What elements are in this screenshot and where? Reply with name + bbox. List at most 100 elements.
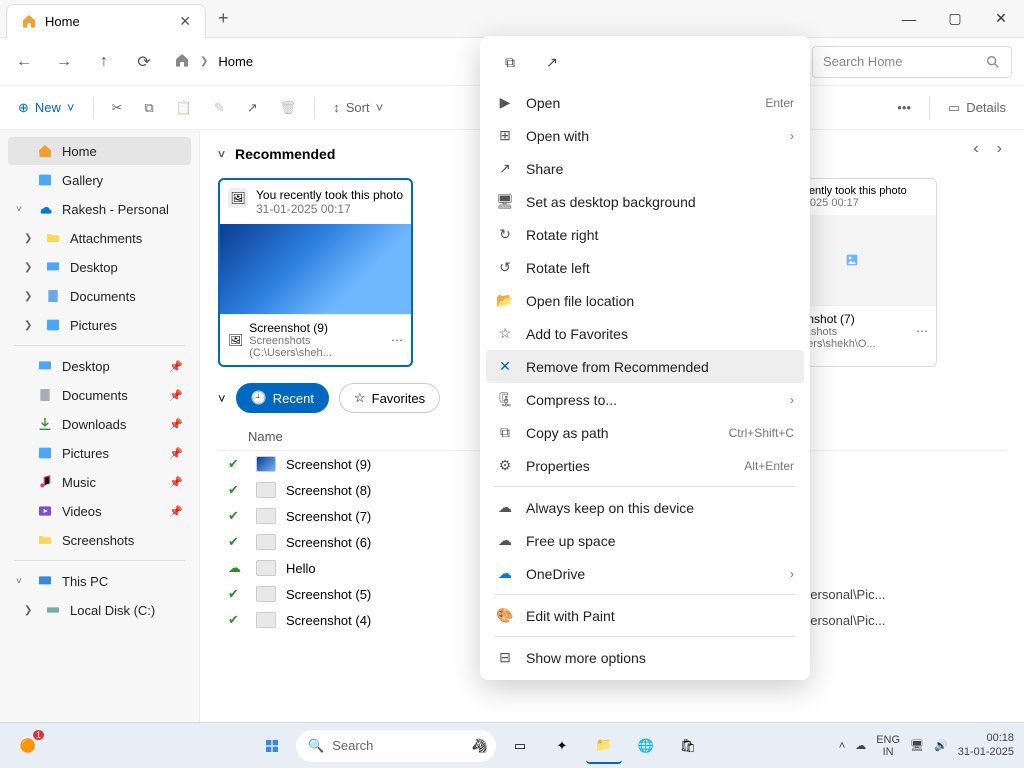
ctx-keep-device[interactable]: ☁Always keep on this device <box>486 491 804 524</box>
copilot-button[interactable]: ✦ <box>544 728 580 764</box>
sidebar-desktop[interactable]: Desktop📌 <box>8 352 191 380</box>
network-icon[interactable]: 🖥 <box>910 739 924 752</box>
documents-icon <box>36 387 54 403</box>
tray-chevron[interactable]: ˄ <box>839 740 845 752</box>
back-button[interactable]: ← <box>6 44 42 80</box>
cloud-sync-icon: ☁ <box>496 499 514 516</box>
delete-button[interactable]: 🗑 <box>272 92 305 124</box>
compress-icon: 🗜 <box>496 391 514 408</box>
language-button[interactable]: ENGIN <box>876 734 900 758</box>
cut-button[interactable]: ✂ <box>104 92 131 124</box>
task-view-button[interactable]: ▭ <box>502 728 538 764</box>
file-thumb <box>256 482 276 498</box>
edge-button[interactable]: 🌐 <box>628 728 664 764</box>
folder-icon <box>44 230 62 246</box>
sidebar-gallery[interactable]: Gallery <box>8 166 191 194</box>
file-thumb <box>256 534 276 550</box>
sidebar-documents-cloud[interactable]: ❯Documents <box>8 282 191 310</box>
onedrive-icon: ☁ <box>496 565 514 582</box>
home-icon <box>21 13 37 29</box>
pictures-icon <box>44 317 62 333</box>
start-button[interactable] <box>254 728 290 764</box>
section-toggle[interactable]: ˅ <box>218 391 226 406</box>
synced-icon: ✔ <box>228 508 246 524</box>
ctx-share[interactable]: ↗Share <box>486 152 804 185</box>
breadcrumb-home[interactable]: Home <box>218 54 253 69</box>
minimize-button[interactable]: ― <box>886 0 932 38</box>
ctx-paint[interactable]: 🎨Edit with Paint <box>486 599 804 632</box>
sidebar-pictures[interactable]: Pictures📌 <box>8 439 191 467</box>
path-icon: ⧉ <box>496 424 514 441</box>
ctx-favorites[interactable]: ☆Add to Favorites <box>486 317 804 350</box>
ctx-compress[interactable]: 🗜Compress to...› <box>486 383 804 416</box>
ctx-rotate-right[interactable]: ↻Rotate right <box>486 218 804 251</box>
maximize-button[interactable]: ▢ <box>932 0 978 38</box>
new-button[interactable]: ⊕ New ˅ <box>10 92 83 124</box>
star-icon: ☆ <box>496 325 514 342</box>
properties-icon: ⚙ <box>496 457 514 474</box>
ctx-moreoptions[interactable]: ⊟Show more options <box>486 641 804 674</box>
tab-home[interactable]: Home ✕ <box>6 4 206 38</box>
ctx-share-icon[interactable]: ↗ <box>534 46 570 78</box>
card-more-button[interactable]: ⋯ <box>916 324 928 338</box>
new-tab-button[interactable]: + <box>206 8 241 29</box>
copy-button[interactable]: ⧉ <box>136 92 161 124</box>
sidebar-videos[interactable]: Videos📌 <box>8 497 191 525</box>
volume-icon[interactable]: 🔊 <box>934 739 948 752</box>
disk-icon <box>44 602 62 618</box>
ctx-copy-icon[interactable]: ⧉ <box>492 46 528 78</box>
sidebar-downloads[interactable]: Downloads📌 <box>8 410 191 438</box>
synced-icon: ✔ <box>228 456 246 472</box>
chevron-right-icon: › <box>790 129 794 143</box>
ctx-location[interactable]: 📂Open file location <box>486 284 804 317</box>
sidebar-attachments[interactable]: ❯Attachments <box>8 224 191 252</box>
store-button[interactable]: 🛍 <box>670 728 706 764</box>
ctx-remove-recommended[interactable]: ✕Remove from Recommended <box>486 350 804 383</box>
prev-card-button[interactable]: ‹ <box>973 140 978 158</box>
sidebar-personal[interactable]: ˅Rakesh - Personal <box>8 195 191 223</box>
more-button[interactable]: ••• <box>889 92 919 124</box>
taskbar-search[interactable]: 🔍 Search🦓 <box>296 730 496 762</box>
paste-button[interactable]: 📋 <box>168 92 200 124</box>
sidebar-pictures-cloud[interactable]: ❯Pictures <box>8 311 191 339</box>
file-thumb <box>256 586 276 602</box>
app-badge[interactable]: 🟠1 <box>10 728 46 764</box>
sidebar-screenshots[interactable]: Screenshots <box>8 526 191 554</box>
onedrive-tray-icon[interactable]: ☁ <box>855 739 866 752</box>
ctx-openwith[interactable]: ⊞Open with› <box>486 119 804 152</box>
pin-icon: 📌 <box>169 476 183 489</box>
sidebar-localdisk[interactable]: ❯Local Disk (C:) <box>8 596 191 624</box>
sidebar-thispc[interactable]: ˅This PC <box>8 567 191 595</box>
search-input[interactable]: Search Home <box>812 46 1012 78</box>
clock[interactable]: 00:1831-01-2025 <box>958 732 1014 758</box>
rename-button[interactable]: ✎ <box>206 92 233 124</box>
desktop-icon <box>36 358 54 374</box>
sidebar-desktop-cloud[interactable]: ❯Desktop <box>8 253 191 281</box>
cloud-icon: ☁ <box>496 532 514 549</box>
filter-favorites[interactable]: ☆ Favorites <box>339 383 440 413</box>
details-button[interactable]: ▭ Details <box>940 92 1014 124</box>
sidebar-documents[interactable]: Documents📌 <box>8 381 191 409</box>
sidebar-home[interactable]: Home <box>8 137 191 165</box>
forward-button[interactable]: → <box>46 44 82 80</box>
share-button[interactable]: ↗ <box>239 92 266 124</box>
ctx-copypath[interactable]: ⧉Copy as pathCtrl+Shift+C <box>486 416 804 449</box>
up-button[interactable]: ↑ <box>86 44 122 80</box>
ctx-onedrive[interactable]: ☁OneDrive› <box>486 557 804 590</box>
ctx-freeup[interactable]: ☁Free up space <box>486 524 804 557</box>
close-window-button[interactable]: ✕ <box>978 0 1024 38</box>
close-tab-icon[interactable]: ✕ <box>179 13 191 30</box>
ctx-rotate-left[interactable]: ↺Rotate left <box>486 251 804 284</box>
ctx-setbg[interactable]: 🖥Set as desktop background <box>486 185 804 218</box>
recommended-card[interactable]: 🖼You recently took this photo31-01-2025 … <box>218 178 413 367</box>
next-card-button[interactable]: › <box>997 140 1002 158</box>
ctx-open[interactable]: ▶OpenEnter <box>486 86 804 119</box>
sort-button[interactable]: ↕ Sort ˅ <box>325 92 391 124</box>
refresh-button[interactable]: ⟳ <box>126 44 162 80</box>
sidebar-music[interactable]: Music📌 <box>8 468 191 496</box>
explorer-button[interactable]: 📁 <box>586 728 622 764</box>
search-icon <box>985 54 1001 70</box>
ctx-properties[interactable]: ⚙PropertiesAlt+Enter <box>486 449 804 482</box>
card-more-button[interactable]: ⋯ <box>391 333 403 347</box>
filter-recent[interactable]: 🕘 Recent <box>236 383 329 413</box>
